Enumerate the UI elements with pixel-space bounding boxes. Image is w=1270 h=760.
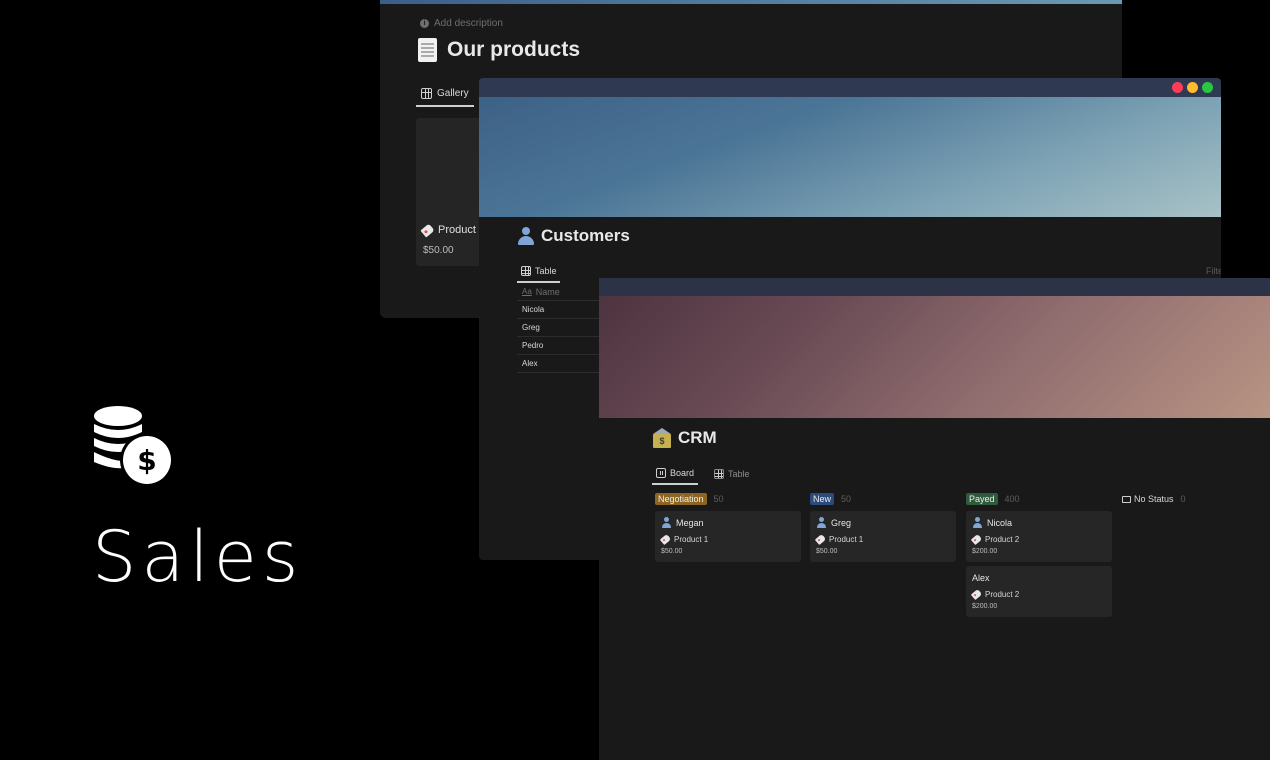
table-icon: [714, 469, 725, 479]
card-price: $200.00: [972, 603, 998, 610]
tab-board-label: Board: [670, 468, 695, 478]
gallery-icon: [421, 88, 432, 99]
tab-gallery[interactable]: Gallery: [416, 82, 474, 107]
board-column-payed: Payed 400 Nicola Product 2 $200.00 Alex …: [966, 491, 1112, 617]
crm-cover: [599, 296, 1270, 418]
info-icon: i: [420, 19, 429, 28]
tag-icon: [420, 223, 435, 237]
tag-icon: [814, 533, 827, 545]
tab-table[interactable]: Table: [517, 260, 560, 283]
card-price: $50.00: [661, 548, 683, 555]
status-badge: Negotiation: [655, 493, 707, 505]
window-controls: [1172, 82, 1213, 93]
column-count: 400: [1004, 494, 1020, 504]
status-badge: Payed: [966, 493, 998, 505]
tab-table-label: Table: [535, 265, 557, 276]
column-header-label: Name: [535, 286, 560, 297]
coins-dollar-icon: $: [94, 406, 174, 487]
card-product: Product 2: [985, 534, 1020, 544]
customers-title: Customers: [541, 226, 630, 245]
board-card[interactable]: Nicola Product 2 $200.00: [966, 511, 1112, 562]
card-price: $50.00: [816, 548, 838, 555]
add-description-label: Add description: [434, 18, 503, 29]
tag-icon: [970, 533, 983, 545]
board-card[interactable]: Greg Product 1 $50.00: [810, 511, 956, 562]
bank-icon: [652, 428, 672, 448]
inbox-icon: [1122, 495, 1131, 503]
tag-icon: [970, 588, 983, 600]
column-header[interactable]: New 50: [810, 491, 956, 507]
tab-gallery-label: Gallery: [437, 88, 469, 99]
gallery-card-name: Product: [420, 223, 476, 237]
crm-titlebar: [599, 278, 1270, 296]
products-cover-strip: [380, 0, 1122, 4]
board-icon: [656, 468, 666, 478]
gallery-card-name-label: Product: [438, 224, 476, 236]
board-column-no-status: No Status 0: [1122, 491, 1268, 507]
row-name: Nicola: [522, 305, 545, 314]
no-status-label-wrap: No Status: [1122, 494, 1174, 504]
status-badge: New: [810, 493, 835, 505]
column-count: 0: [1180, 494, 1186, 504]
brand-title: Sales: [92, 516, 304, 598]
maximize-window-button[interactable]: [1202, 82, 1213, 93]
svg-text:$: $: [137, 444, 156, 477]
person-icon: [661, 517, 672, 528]
person-icon: [816, 517, 827, 528]
board-card[interactable]: Alex Product 2 $200.00: [966, 566, 1112, 617]
row-name: Greg: [522, 323, 540, 332]
tab-table[interactable]: Table: [710, 463, 754, 485]
crm-title: CRM: [678, 428, 717, 447]
column-label: No Status: [1134, 494, 1174, 504]
close-window-button[interactable]: [1172, 82, 1183, 93]
card-product: Product 2: [985, 589, 1020, 599]
board-column-negotiation: Negotiation 50 Megan Product 1 $50.00: [655, 491, 801, 562]
receipt-icon: [418, 38, 437, 62]
column-header[interactable]: Payed 400: [966, 491, 1112, 507]
add-description[interactable]: i Add description: [420, 18, 503, 29]
crm-window: CRM Board Table Negotiation 50 Megan Pro…: [599, 278, 1270, 760]
card-product: Product 1: [674, 534, 709, 544]
page-title: CRM: [652, 428, 717, 448]
board-card[interactable]: Megan Product 1 $50.00: [655, 511, 801, 562]
products-title: Our products: [447, 38, 581, 61]
table-icon: [521, 265, 531, 276]
customers-titlebar: [479, 78, 1221, 97]
card-product: Product 1: [829, 534, 864, 544]
row-name: Alex: [522, 359, 538, 368]
card-name: Greg: [831, 517, 852, 528]
view-tabs: Board Table: [652, 463, 754, 485]
tag-icon: [659, 533, 672, 545]
customers-cover: [479, 97, 1221, 217]
tab-board[interactable]: Board: [652, 463, 699, 485]
board-column-new: New 50 Greg Product 1 $50.00: [810, 491, 956, 562]
card-name: Nicola: [987, 517, 1013, 528]
row-name: Pedro: [522, 341, 544, 350]
column-count: 50: [841, 494, 852, 504]
page-title: Our products: [418, 38, 580, 62]
card-name: Alex: [972, 572, 990, 583]
minimize-window-button[interactable]: [1187, 82, 1198, 93]
page-title: Customers: [517, 226, 630, 246]
column-header[interactable]: Negotiation 50: [655, 491, 801, 507]
card-price: $200.00: [972, 548, 998, 555]
person-icon: [972, 517, 983, 528]
column-header[interactable]: No Status 0: [1122, 491, 1268, 507]
card-name: Megan: [676, 517, 704, 528]
gallery-card-price: $50.00: [423, 245, 454, 256]
tab-table-label: Table: [728, 469, 750, 479]
column-count: 50: [713, 494, 724, 504]
person-icon: [517, 227, 535, 245]
filter-button[interactable]: Filte: [1206, 266, 1221, 276]
text-property-icon: Aa: [522, 287, 532, 296]
